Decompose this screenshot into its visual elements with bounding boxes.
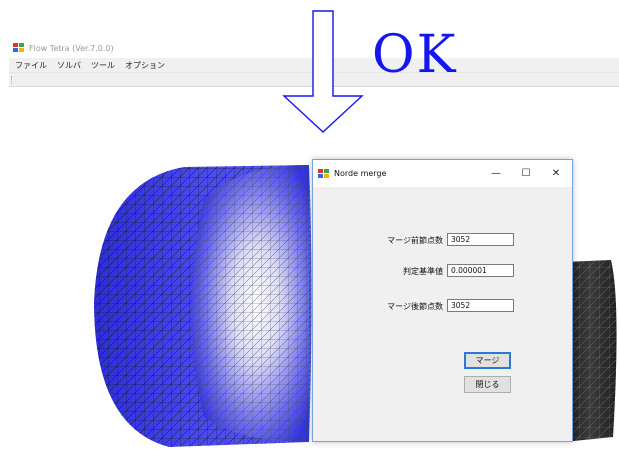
app-icon (13, 43, 25, 53)
ok-label: OK (372, 25, 458, 85)
nodes-after-field[interactable]: 3052 (447, 299, 514, 312)
maximize-button[interactable]: ☐ (519, 166, 533, 180)
menu-solver[interactable]: ソルバ (57, 60, 81, 71)
threshold-label: 判定基準値 (403, 267, 443, 276)
dialog-app-icon (318, 168, 329, 179)
nodes-before-label: マージ前節点数 (387, 236, 443, 245)
mesh-left-cylinder (94, 165, 312, 447)
down-arrow-icon (282, 10, 364, 133)
dialog-titlebar[interactable]: Norde merge — ☐ ✕ (313, 160, 572, 187)
nodes-before-field[interactable]: 3052 (447, 233, 514, 246)
menu-file[interactable]: ファイル (15, 60, 47, 71)
menu-options[interactable]: オプション (125, 60, 165, 71)
nodes-after-label: マージ後節点数 (387, 302, 443, 311)
threshold-field[interactable]: 0.000001 (447, 264, 514, 277)
minimize-button[interactable]: — (489, 166, 503, 180)
dialog-close-button[interactable]: 閉じる (464, 376, 511, 393)
toolbar-grip[interactable] (11, 76, 13, 84)
menu-tools[interactable]: ツール (91, 60, 115, 71)
close-button[interactable]: ✕ (549, 166, 563, 180)
app-title: Flow Tetra (Ver.7.0.0) (29, 43, 114, 53)
node-merge-dialog: Norde merge — ☐ ✕ マージ前節点数 3052 判定基準値 0.0… (312, 159, 573, 442)
dialog-title: Norde merge (334, 169, 387, 178)
merge-button[interactable]: マージ (464, 352, 511, 369)
